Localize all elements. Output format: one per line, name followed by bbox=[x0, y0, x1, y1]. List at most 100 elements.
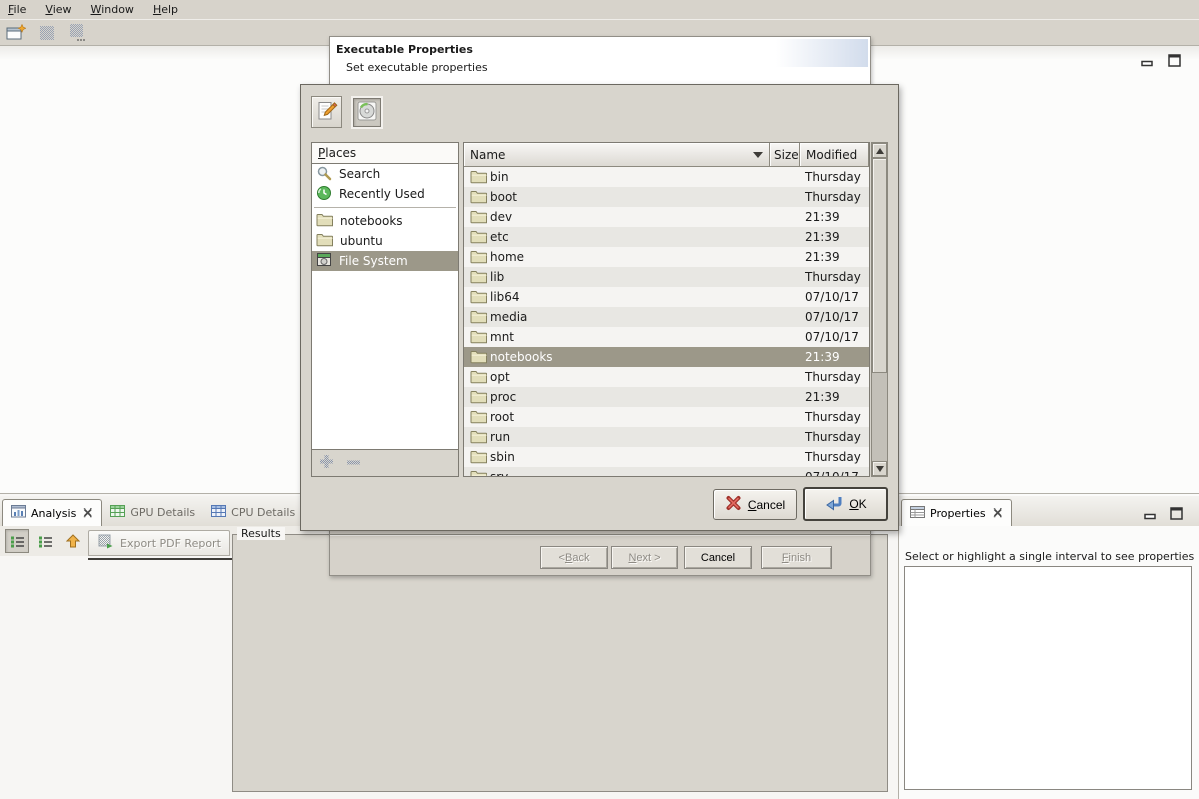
menu-help[interactable]: Help bbox=[153, 1, 187, 18]
place-recently-used[interactable]: Recently Used bbox=[312, 184, 458, 204]
maximize-view-icon[interactable] bbox=[1170, 507, 1184, 524]
properties-empty-box bbox=[904, 566, 1192, 790]
file-list-rows: binThursdaybootThursdaydev21:39etc21:39h… bbox=[464, 167, 869, 476]
file-name: lib64 bbox=[490, 290, 770, 304]
file-modified: 07/10/17 bbox=[800, 330, 869, 344]
file-modified: 07/10/17 bbox=[800, 310, 869, 324]
minimize-view-icon[interactable] bbox=[1144, 510, 1157, 523]
file-row-root[interactable]: rootThursday bbox=[464, 407, 869, 427]
next-button[interactable]: Next > bbox=[611, 546, 678, 569]
place-ubuntu[interactable]: ubuntu bbox=[312, 231, 458, 251]
maximize-icon[interactable] bbox=[1168, 54, 1182, 71]
list-view-button[interactable] bbox=[33, 529, 57, 553]
file-name: notebooks bbox=[490, 350, 770, 364]
places-header[interactable]: Places bbox=[312, 143, 458, 164]
place-search[interactable]: Search bbox=[312, 164, 458, 184]
properties-message: Select or highlight a single interval to… bbox=[905, 550, 1194, 563]
scroll-down-button[interactable] bbox=[872, 461, 887, 476]
chooser-ok-button[interactable]: OK bbox=[803, 487, 888, 521]
file-name: lib bbox=[490, 270, 770, 284]
file-row-boot[interactable]: bootThursday bbox=[464, 187, 869, 207]
close-icon[interactable] bbox=[83, 508, 93, 518]
file-row-lib[interactable]: libThursday bbox=[464, 267, 869, 287]
remove-place-button[interactable] bbox=[345, 456, 362, 470]
file-name: sbin bbox=[490, 450, 770, 464]
file-row-srv[interactable]: srv 07/10/17 bbox=[464, 467, 869, 476]
place-label: File System bbox=[339, 254, 408, 268]
file-row-etc[interactable]: etc21:39 bbox=[464, 227, 869, 247]
tab-cpu-details[interactable]: CPU Details bbox=[203, 499, 303, 526]
file-name: srv bbox=[490, 470, 770, 476]
file-list-scrollbar[interactable] bbox=[871, 142, 888, 477]
file-row-media[interactable]: media07/10/17 bbox=[464, 307, 869, 327]
file-modified: 21:39 bbox=[800, 350, 869, 364]
places-actions-bar bbox=[311, 450, 459, 477]
finish-button[interactable]: Finish bbox=[761, 546, 832, 569]
type-filename-button[interactable] bbox=[311, 96, 342, 128]
add-place-button[interactable] bbox=[318, 453, 335, 473]
file-modified: 21:39 bbox=[800, 210, 869, 224]
scroll-up-button[interactable] bbox=[872, 143, 887, 158]
folder-icon bbox=[464, 390, 490, 404]
minimize-icon[interactable] bbox=[1141, 57, 1154, 70]
folder-icon bbox=[464, 370, 490, 384]
tab-analysis[interactable]: Analysis bbox=[2, 499, 102, 526]
header-gradient bbox=[776, 39, 868, 67]
file-modified: 21:39 bbox=[800, 390, 869, 404]
column-header-modified[interactable]: Modified bbox=[800, 143, 869, 167]
disk-location-icon bbox=[357, 101, 377, 124]
tab-cpu-details-label: CPU Details bbox=[231, 506, 295, 519]
file-modified: 07/10/17 bbox=[800, 290, 869, 304]
place-label: Recently Used bbox=[339, 187, 425, 201]
menu-file[interactable]: File bbox=[8, 1, 35, 18]
export-pdf-label: Export PDF Report bbox=[120, 537, 221, 550]
file-row-opt[interactable]: optThursday bbox=[464, 367, 869, 387]
close-icon[interactable] bbox=[993, 508, 1003, 518]
wizard-subtitle: Set executable properties bbox=[346, 61, 488, 74]
scrollbar-thumb[interactable] bbox=[872, 158, 887, 373]
file-name: etc bbox=[490, 230, 770, 244]
chooser-cancel-label: Cancel bbox=[748, 498, 785, 512]
recently-used-icon bbox=[316, 185, 332, 204]
folder-icon bbox=[464, 190, 490, 204]
export-pdf-button[interactable]: Export PDF Report bbox=[88, 530, 230, 556]
tab-gpu-details[interactable]: GPU Details bbox=[102, 499, 203, 526]
column-header-size[interactable]: Size bbox=[770, 143, 800, 167]
wizard-separator bbox=[330, 534, 870, 535]
list-view-button-active[interactable] bbox=[5, 529, 29, 553]
drive-icon bbox=[316, 252, 332, 270]
places-separator bbox=[314, 207, 456, 208]
open-location-button[interactable] bbox=[353, 98, 381, 127]
file-row-proc[interactable]: proc21:39 bbox=[464, 387, 869, 407]
file-row-sbin[interactable]: sbinThursday bbox=[464, 447, 869, 467]
folder-icon bbox=[464, 250, 490, 264]
new-session-button[interactable] bbox=[5, 23, 27, 43]
tab-properties[interactable]: Properties bbox=[901, 499, 1012, 526]
file-name: dev bbox=[490, 210, 770, 224]
file-row-bin[interactable]: binThursday bbox=[464, 167, 869, 187]
place-label: Search bbox=[339, 167, 380, 181]
column-header-name[interactable]: Name bbox=[464, 143, 770, 167]
file-row-notebooks[interactable]: notebooks 21:39 bbox=[464, 347, 869, 367]
file-row-home[interactable]: home21:39 bbox=[464, 247, 869, 267]
place-file-system[interactable]: File System bbox=[312, 251, 458, 271]
file-list-header: Name Size Modified bbox=[464, 143, 869, 167]
properties-view: Properties Select or highlight a single … bbox=[898, 493, 1199, 799]
folder-icon bbox=[316, 213, 333, 230]
menu-window[interactable]: Window bbox=[91, 1, 143, 18]
file-row-mnt[interactable]: mnt07/10/17 bbox=[464, 327, 869, 347]
file-name: home bbox=[490, 250, 770, 264]
cancel-button[interactable]: Cancel bbox=[684, 546, 752, 569]
file-modified: 07/10/17 bbox=[800, 470, 869, 476]
up-arrow-button[interactable] bbox=[61, 529, 85, 553]
chooser-ok-label: OK bbox=[849, 497, 866, 511]
file-row-lib64[interactable]: lib64 07/10/17 bbox=[464, 287, 869, 307]
folder-icon bbox=[464, 290, 490, 304]
file-row-dev[interactable]: dev 21:39 bbox=[464, 207, 869, 227]
menu-view[interactable]: View bbox=[45, 1, 80, 18]
place-notebooks[interactable]: notebooks bbox=[312, 211, 458, 231]
back-button[interactable]: < Back bbox=[540, 546, 608, 569]
chooser-cancel-button[interactable]: Cancel bbox=[713, 489, 797, 520]
folder-icon bbox=[464, 330, 490, 344]
file-row-run[interactable]: runThursday bbox=[464, 427, 869, 447]
